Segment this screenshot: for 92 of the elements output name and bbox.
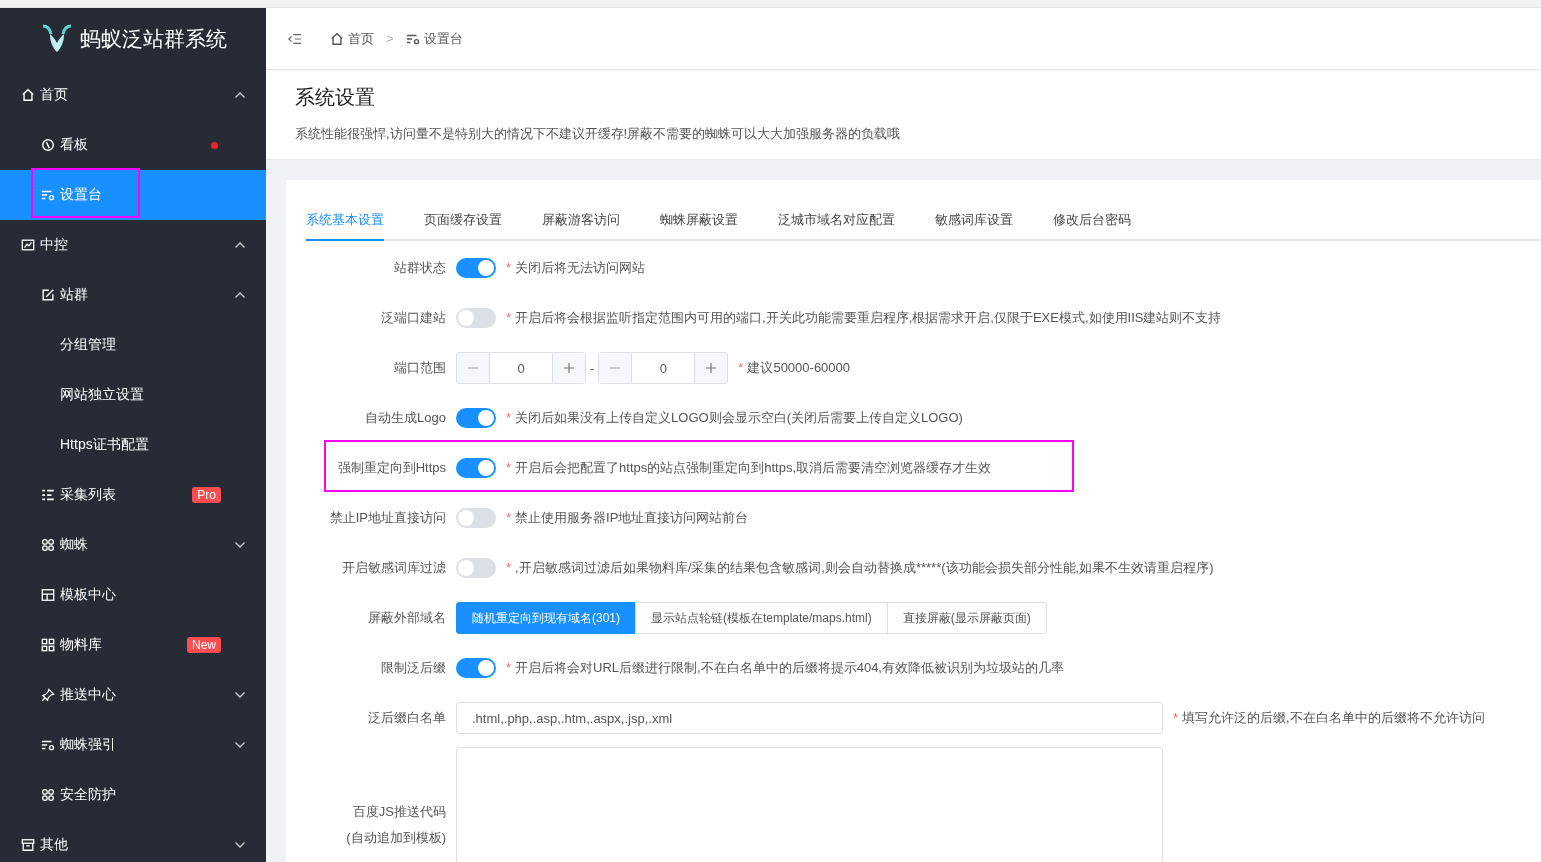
tab[interactable]: 蜘蛛屏蔽设置 (660, 200, 738, 241)
caret-down-icon (234, 741, 246, 749)
sidebar-item[interactable]: 站群 (0, 270, 266, 320)
toggle-switch[interactable] (456, 308, 496, 328)
hint-text: * 禁止使用服务器IP地址直接访问网站前台 (506, 509, 749, 527)
hint-text: * 关闭后将无法访问网站 (506, 259, 646, 277)
layout-icon (41, 588, 55, 602)
range-separator: - (590, 360, 595, 376)
logo-text: 蚂蚁泛站群系统 (79, 26, 227, 52)
increment-button[interactable] (552, 353, 585, 383)
tab[interactable]: 屏蔽游客访问 (542, 200, 620, 241)
number-field[interactable]: 0 (598, 352, 729, 384)
hint-text: * 关闭后如果没有上传自定义LOGO则会显示空白(关闭后需要上传自定义LOGO) (506, 409, 963, 427)
sidebar-item[interactable]: 看板 (0, 120, 266, 170)
plus-icon (563, 362, 575, 374)
decrement-button[interactable] (599, 353, 633, 383)
hint-text: * ,开启敏感词过滤后如果物料库/采集的结果包含敏感词,则会自动替换成*****(该功能会损失部分性能,如果不生效请重启程序) (506, 559, 1214, 577)
grid-icon (41, 638, 55, 652)
hint-text: * 填写允许泛的后缀,不在白名单中的后缀将不允许访问 (1173, 709, 1485, 727)
caret-up-icon (234, 291, 246, 299)
sliders-icon (41, 738, 55, 752)
field-label: 禁止IP地址直接访问 (328, 509, 447, 527)
sliders-icon (41, 188, 55, 202)
field-label: 站群状态 (393, 259, 447, 277)
toggle-switch[interactable] (456, 658, 496, 678)
hint-text: * 开启后将会对URL后缀进行限制,不在白名单中的后缀将提示404,有效降低被识别为垃圾站的几率 (506, 659, 1064, 677)
caret-down-icon (234, 691, 246, 699)
sidebar-item[interactable]: 网站独立设置 (0, 370, 266, 420)
field-label: 百度JS推送代码 (352, 803, 446, 821)
list-icon (41, 488, 55, 502)
option-button[interactable]: 显示站点轮链(模板在template/maps.html) (635, 602, 888, 634)
toggle-switch[interactable] (456, 258, 496, 278)
field-label: (自动追加到模板) (346, 829, 446, 847)
toggle-switch[interactable] (456, 408, 496, 428)
badge: Pro (192, 487, 221, 503)
field-label: 泛端口建站 (380, 309, 447, 327)
pin-icon (41, 688, 55, 702)
page-description: 系统性能很强悍,访问量不是特别大的情况下不建议开缓存!屏蔽不需要的蜘蛛可以大大加强服务器的负载哦 (295, 125, 902, 143)
four-circles-icon (41, 788, 55, 802)
field-label: 强制重定向到Https (336, 459, 447, 477)
home-icon (21, 88, 35, 102)
field-label: 泛后缀白名单 (367, 709, 447, 727)
text-field[interactable]: .html,.php,.asp,.htm,.aspx,.jsp,.xml (456, 702, 1163, 734)
sidebar-item[interactable]: Https证书配置 (0, 420, 266, 470)
page-title: 系统设置 (295, 85, 376, 110)
hint-text: * 开启后会把配置了https的站点强制重定向到https,取消后需要清空浏览器缓存才生效 (506, 459, 992, 477)
four-circles-icon (41, 538, 55, 552)
tab[interactable]: 敏感词库设置 (935, 200, 1013, 241)
tab[interactable]: 泛城市域名对应配置 (778, 200, 895, 241)
sidebar-item[interactable]: 首页 (0, 70, 266, 120)
option-button[interactable]: 直接屏蔽(显示屏蔽页面) (886, 602, 1047, 634)
breadcrumb-link[interactable]: 设置台 (423, 29, 463, 48)
sidebar-item[interactable]: 物料库 New (0, 620, 266, 670)
edit-icon (41, 288, 55, 302)
sidebar-item[interactable]: 其他 (0, 820, 266, 862)
sidebar-item[interactable]: 安全防护 (0, 770, 266, 820)
sidebar-item[interactable]: 推送中心 (0, 670, 266, 720)
tab[interactable]: 页面缓存设置 (424, 200, 502, 241)
number-field[interactable]: 0 (456, 352, 586, 384)
toggle-switch[interactable] (456, 558, 496, 578)
caret-up-icon (234, 241, 246, 249)
field-label: 自动生成Logo (364, 409, 447, 427)
field-label: 开启敏感词库过滤 (341, 559, 447, 577)
hint-text: * 建议50000-60000 (738, 359, 851, 377)
caret-down-icon (234, 841, 246, 849)
field-label: 限制泛后缀 (380, 659, 447, 677)
collapse-menu-icon[interactable] (288, 31, 302, 46)
field-label: 屏蔽外部域名 (367, 609, 447, 627)
field-label: 端口范围 (393, 359, 447, 377)
code-textarea[interactable] (456, 747, 1163, 862)
gauge-icon (41, 138, 55, 152)
sidebar-item[interactable]: 蜘蛛 (0, 520, 266, 570)
badge: New (187, 637, 221, 653)
plus-icon (705, 362, 718, 374)
sidebar-item[interactable]: 分组管理 (0, 320, 266, 370)
toggle-switch[interactable] (456, 458, 496, 478)
caret-down-icon (234, 541, 246, 549)
tab[interactable]: 修改后台密码 (1053, 200, 1131, 241)
sidebar-item[interactable]: 模板中心 (0, 570, 266, 620)
chart-icon (21, 238, 35, 252)
sidebar-item[interactable]: 采集列表 Pro (0, 470, 266, 520)
home-icon (330, 31, 344, 46)
decrement-button[interactable] (457, 353, 490, 383)
breadcrumb-link[interactable]: 首页 (348, 29, 374, 48)
sidebar-item[interactable]: 中控 (0, 220, 266, 270)
increment-button[interactable] (694, 353, 728, 383)
toggle-switch[interactable] (456, 508, 496, 528)
caret-up-icon (234, 91, 246, 99)
hint-text: * 开启后将会根据监听指定范围内可用的端口,开关此功能需要重启程序,根据需求开启,仅限于EXE模式,如使用IIS建站则不支持 (506, 309, 1222, 327)
breadcrumb-separator: > (386, 31, 394, 46)
archive-icon (21, 838, 35, 852)
sidebar-item[interactable]: 蜘蛛强引 (0, 720, 266, 770)
